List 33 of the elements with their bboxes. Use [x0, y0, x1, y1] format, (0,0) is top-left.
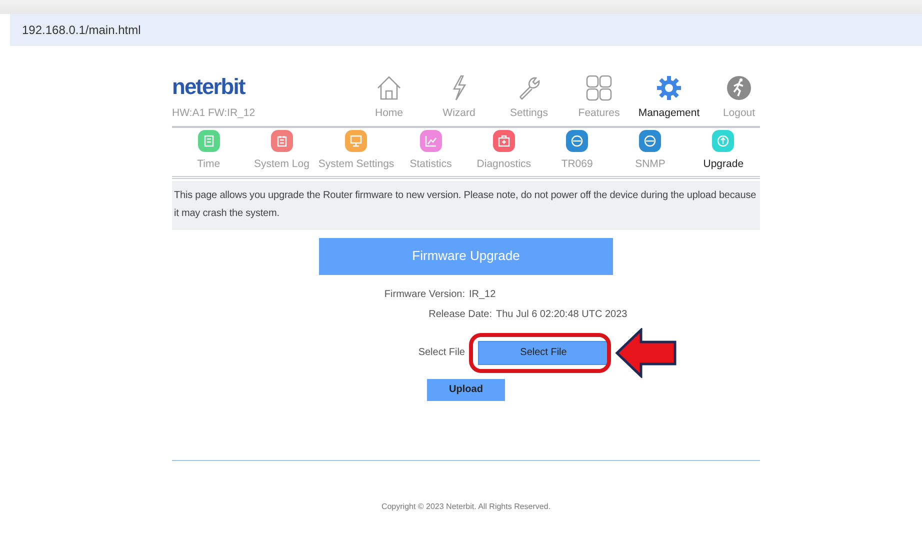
nav-tab[interactable]: System Log — [245, 130, 318, 172]
nav-tab[interactable]: Settings — [494, 74, 564, 122]
panel-header: Firmware Upgrade — [319, 238, 613, 274]
logo: neterbit — [172, 76, 246, 98]
nav-tab[interactable]: TR069 — [540, 130, 614, 172]
select-file-button[interactable]: Select File — [478, 340, 609, 364]
upload-button[interactable]: Upload — [427, 378, 505, 400]
nav-tab[interactable]: SNMP — [614, 130, 687, 172]
gear-icon — [655, 74, 683, 102]
nav-tab[interactable]: Diagnostics — [467, 130, 540, 172]
arrow-icon — [615, 328, 677, 378]
firmware-info: HW:A1 FW:IR_12 — [172, 106, 256, 121]
nav-tab[interactable]: Home — [354, 74, 424, 122]
nav-tab[interactable]: Features — [564, 74, 634, 122]
field-label: Select File — [417, 346, 466, 360]
field-value: Thu Jul 6 02:20:48 UTC 2023 — [496, 308, 628, 322]
nav-tab[interactable]: Statistics — [394, 130, 468, 172]
nav-tab[interactable]: Management — [634, 74, 704, 122]
copyright-text: Copyright © 2023 Neterbit. All Rights Reserved. — [380, 500, 552, 512]
grid-icon — [585, 74, 613, 102]
field-label: Release Date: — [428, 308, 493, 322]
field-value: IR_12 — [469, 288, 496, 302]
nav-tab[interactable]: Wizard — [424, 74, 494, 122]
nav-tab[interactable]: Time — [172, 130, 246, 172]
info-text: This page allows you upgrade the Router firmware to new version. Please note, do not power off the device during the upload because it may crash the system. — [172, 180, 760, 230]
url-text: 192.168.0.1/main.html — [22, 22, 141, 39]
nav-tab[interactable]: Logout — [704, 74, 774, 122]
home-icon — [375, 74, 403, 102]
nav-tab[interactable]: System Settings — [318, 130, 394, 172]
logout-icon — [725, 74, 753, 102]
field-label: Firmware Version: — [383, 288, 466, 302]
address-bar[interactable]: 192.168.0.1/main.html — [10, 14, 922, 46]
nav-tab[interactable]: Upgrade — [686, 130, 760, 172]
